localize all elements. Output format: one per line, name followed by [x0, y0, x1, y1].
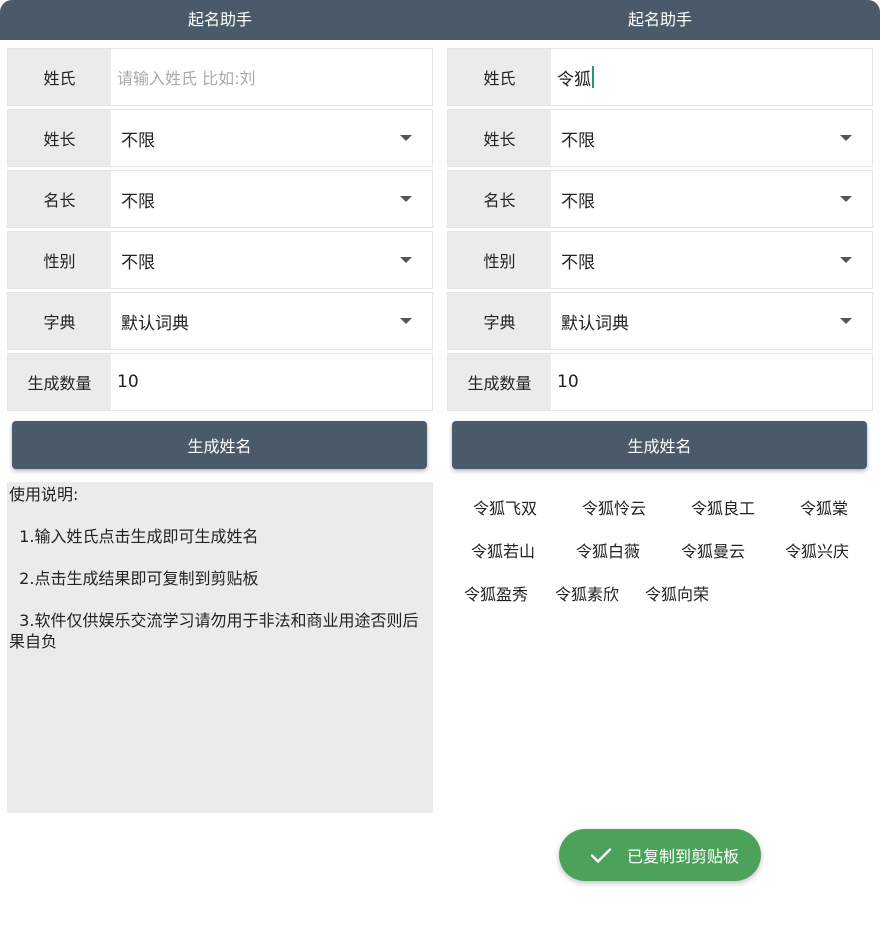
- surname-input[interactable]: 请输入姓氏 比如:刘: [111, 49, 432, 105]
- gender-value: 不限: [561, 252, 595, 273]
- surname-label: 姓氏: [448, 49, 551, 105]
- copied-toast: 已复制到剪贴板: [559, 829, 761, 881]
- count-value: 10: [117, 372, 139, 392]
- gender-value: 不限: [121, 252, 155, 273]
- dictionary-row: 字典 默认词典: [7, 292, 433, 350]
- name-length-select[interactable]: 不限: [111, 171, 432, 227]
- surname-length-row: 姓长 不限: [447, 109, 873, 167]
- toast-text: 已复制到剪贴板: [627, 847, 740, 866]
- gender-select[interactable]: 不限: [111, 232, 432, 288]
- gender-select[interactable]: 不限: [551, 232, 872, 288]
- count-row: 生成数量 10: [7, 353, 433, 411]
- title-bar: 起名助手 起名助手: [0, 0, 880, 40]
- count-input[interactable]: 10: [111, 354, 432, 410]
- count-label: 生成数量: [8, 354, 111, 410]
- dictionary-value: 默认词典: [561, 313, 629, 334]
- dictionary-label: 字典: [448, 293, 551, 349]
- form-panel-left: 姓氏 请输入姓氏 比如:刘 姓长 不限 名长 不限 性别 不限 字典 默认词典 …: [7, 48, 433, 414]
- count-input[interactable]: 10: [551, 354, 872, 410]
- result-name[interactable]: 令狐白薇: [576, 538, 640, 562]
- dropdown-arrow-icon: [400, 196, 412, 202]
- surname-length-row: 姓长 不限: [7, 109, 433, 167]
- results-row: 令狐盈秀 令狐素欣 令狐向荣: [447, 581, 873, 624]
- name-length-value: 不限: [121, 191, 155, 212]
- dropdown-arrow-icon: [840, 318, 852, 324]
- surname-length-label: 姓长: [8, 110, 111, 166]
- instructions-title: 使用说明:: [9, 485, 79, 504]
- dropdown-arrow-icon: [840, 135, 852, 141]
- result-name[interactable]: 令狐棠: [800, 495, 848, 519]
- dropdown-arrow-icon: [400, 318, 412, 324]
- dictionary-value: 默认词典: [121, 313, 189, 334]
- gender-row: 性别 不限: [7, 231, 433, 289]
- result-name[interactable]: 令狐兴庆: [785, 538, 849, 562]
- gender-row: 性别 不限: [447, 231, 873, 289]
- gender-label: 性别: [8, 232, 111, 288]
- instructions-line-3: 3.软件仅供娱乐交流学习请勿用于非法和商业用途否则后果自负: [9, 611, 419, 651]
- generate-button-right[interactable]: 生成姓名: [452, 421, 867, 469]
- name-length-row: 名长 不限: [447, 170, 873, 228]
- results-row: 令狐若山 令狐白薇 令狐曼云 令狐兴庆: [447, 538, 873, 581]
- name-length-row: 名长 不限: [7, 170, 433, 228]
- surname-length-label: 姓长: [448, 110, 551, 166]
- instructions-line-1: 1.输入姓氏点击生成即可生成姓名: [9, 527, 259, 546]
- generate-button-left[interactable]: 生成姓名: [12, 421, 427, 469]
- results-list: 令狐飞双 令狐怜云 令狐良工 令狐棠 令狐若山 令狐白薇 令狐曼云 令狐兴庆 令…: [447, 495, 873, 624]
- result-name[interactable]: 令狐曼云: [681, 538, 745, 562]
- dictionary-row: 字典 默认词典: [447, 292, 873, 350]
- dictionary-label: 字典: [8, 293, 111, 349]
- dictionary-select[interactable]: 默认词典: [111, 293, 432, 349]
- result-name[interactable]: 令狐良工: [691, 495, 755, 519]
- result-name[interactable]: 令狐盈秀: [464, 581, 528, 605]
- app-title-left: 起名助手: [187, 10, 252, 29]
- dropdown-arrow-icon: [400, 135, 412, 141]
- count-row: 生成数量 10: [447, 353, 873, 411]
- dropdown-arrow-icon: [400, 257, 412, 263]
- count-value: 10: [557, 372, 579, 392]
- result-name[interactable]: 令狐素欣: [555, 581, 619, 605]
- dictionary-select[interactable]: 默认词典: [551, 293, 872, 349]
- result-name[interactable]: 令狐若山: [471, 538, 535, 562]
- surname-row: 姓氏 令狐: [447, 48, 873, 106]
- app-title-right: 起名助手: [627, 10, 692, 29]
- result-name[interactable]: 令狐怜云: [582, 495, 646, 519]
- name-length-select[interactable]: 不限: [551, 171, 872, 227]
- count-label: 生成数量: [448, 354, 551, 410]
- surname-length-value: 不限: [561, 130, 595, 151]
- dropdown-arrow-icon: [840, 196, 852, 202]
- surname-input[interactable]: 令狐: [551, 49, 872, 105]
- check-icon: [590, 848, 612, 863]
- surname-row: 姓氏 请输入姓氏 比如:刘: [7, 48, 433, 106]
- surname-value: 令狐: [557, 69, 591, 90]
- results-row: 令狐飞双 令狐怜云 令狐良工 令狐棠: [447, 495, 873, 538]
- result-name[interactable]: 令狐飞双: [473, 495, 537, 519]
- gender-label: 性别: [448, 232, 551, 288]
- instructions-panel: 使用说明: 1.输入姓氏点击生成即可生成姓名 2.点击生成结果即可复制到剪贴板 …: [7, 482, 433, 813]
- surname-length-value: 不限: [121, 130, 155, 151]
- text-cursor: [592, 66, 594, 88]
- app-screen: 起名助手 起名助手 姓氏 请输入姓氏 比如:刘 姓长 不限 名长 不限 性别 不…: [0, 0, 880, 951]
- name-length-label: 名长: [8, 171, 111, 227]
- dropdown-arrow-icon: [840, 257, 852, 263]
- instructions-line-2: 2.点击生成结果即可复制到剪贴板: [9, 569, 259, 588]
- form-panel-right: 姓氏 令狐 姓长 不限 名长 不限 性别 不限 字典 默认词典 生成数量 10: [447, 48, 873, 414]
- surname-placeholder: 请输入姓氏 比如:刘: [117, 69, 256, 88]
- surname-length-select[interactable]: 不限: [111, 110, 432, 166]
- surname-label: 姓氏: [8, 49, 111, 105]
- name-length-label: 名长: [448, 171, 551, 227]
- surname-length-select[interactable]: 不限: [551, 110, 872, 166]
- name-length-value: 不限: [561, 191, 595, 212]
- result-name[interactable]: 令狐向荣: [645, 581, 709, 605]
